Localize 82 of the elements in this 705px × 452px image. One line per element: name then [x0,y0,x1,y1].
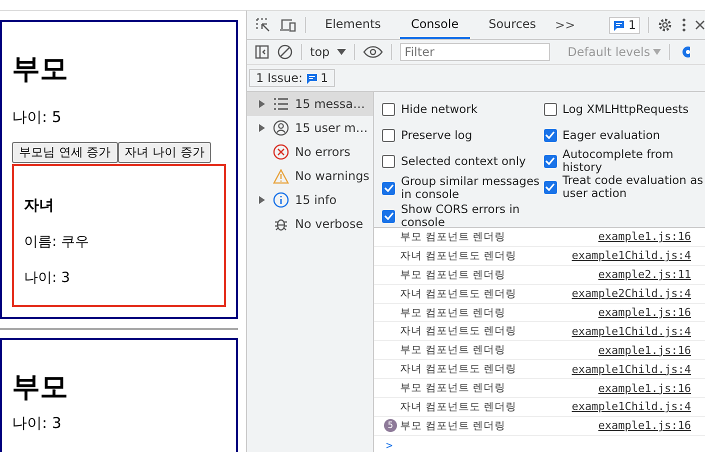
sidebar-item[interactable]: No warnings [247,164,373,188]
log-message: 부모 컴포넌트 렌더링 [400,418,507,433]
clear-console-icon[interactable] [277,44,293,60]
settings-icon[interactable] [657,17,673,33]
sidebar-toggle-icon[interactable] [255,45,269,59]
source-link[interactable]: example1.js:16 [598,344,691,357]
setting-checkbox[interactable]: Preserve log [382,122,544,148]
message-icon [306,72,318,84]
checkmark-icon [384,212,394,220]
repeat-count-badge: 5 [384,419,397,432]
setting-checkbox[interactable]: Eager evaluation [544,122,705,148]
log-message: 부모 컴포넌트 렌더링 [400,230,507,244]
log-message: 자녀 컴포넌트도 렌더링 [400,286,518,301]
setting-checkbox[interactable]: Show CORS errors in console [382,202,544,230]
device-icon[interactable] [279,17,297,33]
settings-icon[interactable] [680,44,690,60]
log-message: 자녀 컴포넌트도 렌더링 [400,362,518,376]
page-button[interactable]: 자녀 나이 증가 [118,142,212,163]
warning-icon [273,168,289,184]
caret-icon [653,49,662,55]
source-link[interactable]: example2Child.js:4 [572,287,691,300]
setting-checkbox[interactable]: Hide network [382,96,544,122]
sidebar-item[interactable]: 15 user m… [247,116,373,140]
setting-checkbox[interactable]: Log XMLHttpRequests [544,96,705,122]
expand-arrow-icon [259,124,265,132]
age-text: 나이: 3 [12,414,62,432]
age-text: 나이: 5 [12,108,62,126]
checkmark-icon [545,183,555,191]
message-icon [613,20,626,30]
info-icon [273,192,289,208]
sidebar-item[interactable]: No verbose [247,212,373,236]
issues-badge[interactable]: 1 [609,16,640,34]
close-icon[interactable] [695,19,705,31]
setting-checkbox[interactable]: Treat code evaluation as user action [544,174,705,200]
setting-checkbox[interactable]: Selected context only [382,148,544,174]
source-link[interactable]: example1.js:16 [598,230,691,244]
checkmark-icon [545,157,555,165]
issues-button[interactable]: 1 Issue: 1 [249,69,336,87]
user-icon [273,120,289,136]
parent-heading: 부모 [12,52,69,86]
log-message: 부모 컴포넌트 렌더링 [400,306,507,320]
sidebar-item[interactable]: 15 info [247,188,373,212]
error-icon [273,144,289,160]
source-link[interactable]: example1Child.js:4 [572,249,691,262]
more-options-icon[interactable] [681,17,687,33]
inspect-icon[interactable] [255,17,271,33]
setting-checkbox[interactable]: Autocomplete from history [544,148,705,174]
source-link[interactable]: example1Child.js:4 [572,362,691,376]
log-message: 자녀 컴포넌트도 렌더링 [400,400,518,414]
eye-icon[interactable] [362,46,383,58]
log-message: 부모 컴포넌트 렌더링 [400,268,507,282]
source-link[interactable]: example1Child.js:4 [572,400,691,414]
more-tabs-button[interactable]: >> [555,18,576,32]
source-link[interactable]: example1.js:16 [598,382,691,395]
checkmark-icon [384,184,394,192]
sidebar-item[interactable]: No errors [247,140,373,164]
expand-arrow-icon [259,196,265,204]
log-message: 자녀 컴포넌트도 렌더링 [400,324,518,338]
setting-checkbox[interactable]: Group similar messages in console [382,174,544,202]
page-button[interactable]: 부모님 연세 증가 [12,142,118,163]
sidebar-item[interactable]: 15 messa… [247,92,373,116]
devtools-tab[interactable]: Console [400,11,470,39]
parent-heading: 부모 [12,370,69,404]
source-link[interactable]: example1.js:16 [598,419,691,432]
age-text: 나이: 3 [24,269,72,287]
name-text: 이름: 쿠우 [24,233,90,251]
log-message: 자녀 컴포넌트도 렌더링 [400,248,518,263]
devtools-tab[interactable]: Elements [314,11,392,39]
devtools-tab[interactable]: Sources [478,11,548,39]
filter-field[interactable]: Filter [400,43,550,61]
source-link[interactable]: example1Child.js:4 [572,324,691,338]
expand-arrow-icon [259,100,265,108]
prompt-caret[interactable]: > [386,438,393,452]
list-icon [273,97,289,111]
log-message: 부모 컴포넌트 렌더링 [400,343,507,358]
child-heading: 자녀 [24,196,55,215]
caret-icon [336,49,346,55]
source-link[interactable]: example2.js:11 [598,268,691,282]
checkmark-icon [545,131,555,139]
log-message: 부모 컴포넌트 렌더링 [400,381,507,396]
context-dropdown[interactable]: top [310,45,346,59]
source-link[interactable]: example1.js:16 [598,306,691,319]
